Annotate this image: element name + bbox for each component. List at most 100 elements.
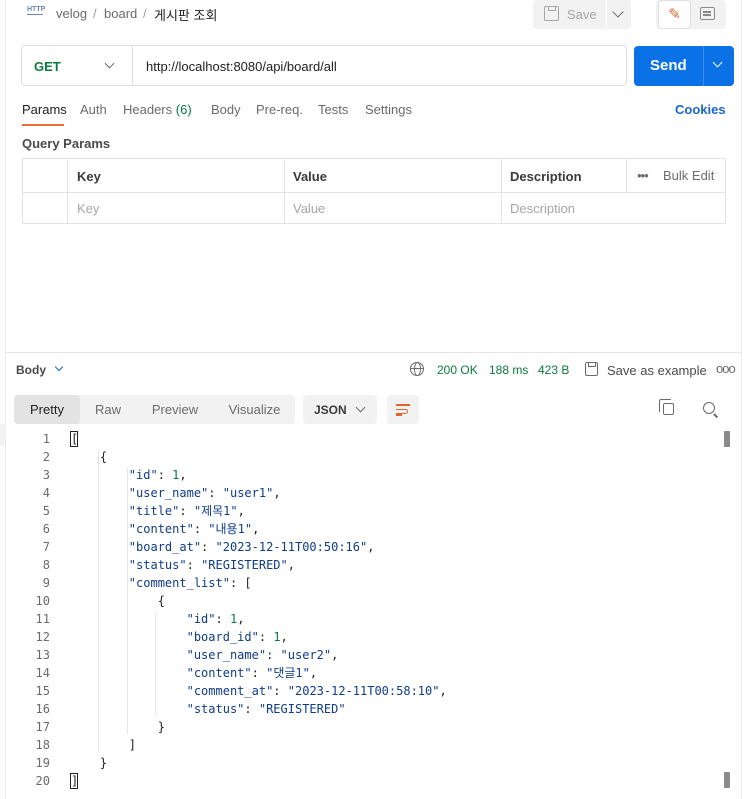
tab-preview[interactable]: Preview — [146, 395, 204, 424]
line-number: 4 — [42, 486, 50, 500]
column-header-description: Description — [510, 169, 582, 184]
pencil-icon[interactable]: ✎ — [658, 0, 691, 29]
tab-auth[interactable]: Auth — [80, 102, 107, 117]
value-input[interactable]: Value — [293, 201, 325, 216]
code-text: ] — [71, 738, 137, 752]
code-text: "status": "REGISTERED" — [186, 702, 346, 716]
tab-headers-label: Headers — [123, 102, 173, 117]
more-options-icon[interactable]: ooo — [716, 361, 736, 376]
tab-tests[interactable]: Tests — [318, 102, 348, 117]
search-icon[interactable] — [703, 402, 715, 414]
code-text: "id": 1, — [128, 468, 187, 482]
indent-guide — [126, 468, 128, 734]
column-divider — [284, 159, 285, 223]
line-number: 5 — [42, 504, 50, 518]
response-size[interactable]: 423 B — [538, 363, 569, 377]
bulk-edit-button[interactable]: Bulk Edit — [663, 168, 714, 183]
http-request-icon: HTTP — [27, 6, 46, 15]
description-input[interactable]: Description — [510, 201, 575, 216]
tab-body[interactable]: Body — [211, 102, 241, 117]
line-number: 1 — [42, 432, 50, 446]
status-code[interactable]: 200 OK — [437, 363, 478, 377]
chevron-down-icon[interactable] — [104, 58, 115, 69]
chevron-down-icon[interactable] — [612, 6, 624, 18]
line-number: 20 — [35, 774, 50, 788]
tab-params[interactable]: Params — [22, 102, 67, 117]
chevron-down-icon[interactable] — [712, 57, 723, 68]
format-select[interactable]: JSON — [303, 395, 377, 424]
query-params-title: Query Params — [22, 136, 111, 151]
bracket-highlight — [70, 431, 78, 447]
save-icon — [585, 362, 598, 376]
code-text: "status": "REGISTERED", — [128, 558, 295, 572]
line-number: 17 — [35, 720, 50, 734]
line-number: 19 — [35, 756, 50, 770]
cookies-link[interactable]: Cookies — [675, 102, 726, 117]
wrap-lines-button[interactable] — [387, 395, 419, 424]
method-select[interactable]: GET — [34, 59, 61, 74]
save-button[interactable]: Save — [533, 0, 631, 29]
response-time[interactable]: 188 ms — [489, 363, 528, 377]
divider — [606, 0, 607, 29]
tab-visualize[interactable]: Visualize — [222, 395, 287, 424]
code-text: "board_id": 1, — [186, 630, 288, 644]
code-text: "board_at": "2023-12-11T00:50:16", — [128, 540, 375, 554]
key-input[interactable]: Key — [77, 201, 99, 216]
response-code-editor[interactable]: 1[2 {3 "id": 1, 4 "user_name": "user1", 5 … — [0, 430, 720, 790]
response-divider[interactable] — [5, 352, 742, 353]
breadcrumb-folder[interactable]: board — [104, 6, 137, 21]
line-number: 6 — [42, 522, 50, 536]
save-label: Save — [567, 7, 597, 22]
wrap-icon — [396, 404, 410, 406]
line-number: 7 — [42, 540, 50, 554]
column-header-value: Value — [293, 169, 327, 184]
line-number: 12 — [35, 630, 50, 644]
documentation-icon[interactable] — [700, 7, 715, 20]
response-body-dropdown[interactable]: Body — [16, 363, 46, 377]
save-as-example-button[interactable]: Save as example — [607, 363, 707, 378]
code-text: } — [71, 720, 165, 734]
line-number: 18 — [35, 738, 50, 752]
view-mode-toggle: ✎ — [656, 0, 726, 29]
breadcrumb-collection[interactable]: velog — [56, 6, 87, 21]
code-text: { — [71, 450, 108, 464]
format-label: JSON — [314, 403, 347, 417]
code-text: "user_name": "user2", — [186, 648, 339, 662]
send-label: Send — [650, 57, 687, 74]
tab-settings[interactable]: Settings — [365, 102, 412, 117]
line-number: 10 — [35, 594, 50, 608]
indent-guide — [155, 612, 157, 716]
line-number: 16 — [35, 702, 50, 716]
more-options-icon[interactable]: ••• — [637, 168, 649, 183]
column-divider — [626, 159, 627, 192]
tab-pre-request[interactable]: Pre-req. — [256, 102, 303, 117]
column-divider — [67, 159, 68, 223]
scrollbar-thumb[interactable] — [724, 772, 730, 788]
scrollbar-thumb[interactable] — [724, 431, 730, 447]
row-divider — [23, 192, 725, 193]
right-border — [741, 0, 742, 799]
breadcrumb-separator: / — [93, 6, 97, 21]
column-divider — [501, 159, 502, 223]
chevron-down-icon — [355, 402, 366, 413]
response-view-tabs: Pretty Raw Preview Visualize — [14, 395, 295, 424]
request-title[interactable]: 게시판 조회 — [154, 5, 217, 24]
chevron-down-icon[interactable] — [54, 362, 64, 372]
send-button[interactable]: Send — [634, 46, 734, 86]
tab-pretty[interactable]: Pretty — [14, 395, 80, 424]
copy-icon[interactable] — [659, 399, 674, 415]
code-text: } — [71, 756, 108, 770]
tab-headers[interactable]: Headers (6) — [123, 102, 192, 117]
line-number: 14 — [35, 666, 50, 680]
query-params-table: Key Value Description ••• Bulk Edit Key … — [22, 158, 726, 224]
tab-raw[interactable]: Raw — [88, 395, 128, 424]
breadcrumb-separator: / — [143, 6, 147, 21]
code-text: "user_name": "user1", — [128, 486, 281, 500]
headers-count: (6) — [175, 102, 192, 117]
line-number: 13 — [35, 648, 50, 662]
indent-guide — [97, 450, 99, 752]
request-url-bar: GET http://localhost:8080/api/board/all — [21, 45, 627, 86]
url-input[interactable]: http://localhost:8080/api/board/all — [146, 59, 337, 74]
line-number: 9 — [42, 576, 50, 590]
globe-icon[interactable] — [410, 362, 424, 376]
